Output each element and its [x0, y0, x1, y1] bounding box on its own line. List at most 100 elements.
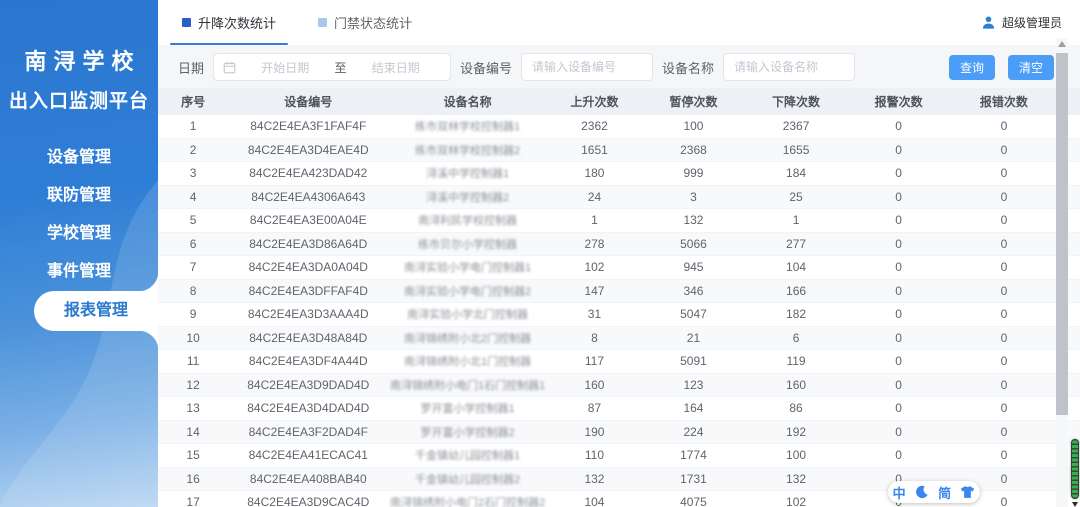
- table-row: 3 84C2E4EA423DAD42 浔溪中学控制器1 180 999 184 0 0: [158, 162, 1080, 186]
- app-title-line1: 南浔学校: [24, 49, 141, 74]
- cell-alarm: 0: [895, 377, 902, 392]
- cell-device-id: 84C2E4EA4306A643: [251, 189, 366, 204]
- search-button[interactable]: 查询: [948, 54, 995, 80]
- cell-up: 104: [584, 495, 605, 507]
- cell-pause: 123: [683, 377, 704, 392]
- date-label: 日期: [178, 60, 205, 76]
- cell-down: 192: [786, 424, 807, 439]
- ime-toolbar: 中 简: [888, 481, 980, 503]
- edge-scrollbar-thumb[interactable]: [1071, 439, 1079, 499]
- sidebar-item-2[interactable]: 联防管理: [0, 177, 158, 215]
- cell-seq: 7: [189, 260, 197, 275]
- date-end-placeholder[interactable]: 结束日期: [351, 59, 442, 76]
- cell-down: 102: [786, 495, 807, 507]
- cell-error: 0: [1000, 236, 1008, 251]
- sidebar-item-3[interactable]: 学校管理: [0, 215, 158, 253]
- cell-up: 1651: [581, 142, 608, 157]
- cell-device-name: 南浔锦绣附小电门1石门控制器1: [389, 379, 546, 392]
- cell-device-id: 84C2E4EA3D3AAA4D: [247, 307, 369, 322]
- ime-mode-button[interactable]: 中: [893, 483, 906, 502]
- column-header: 下降次数: [772, 95, 821, 109]
- app-title-line2: 出入口监测平台: [8, 91, 149, 112]
- cell-up: 160: [584, 377, 605, 392]
- cell-pause: 1731: [680, 471, 707, 486]
- date-start-placeholder[interactable]: 开始日期: [240, 59, 331, 76]
- cell-alarm: 0: [895, 142, 902, 157]
- filter-actions: 查询 清空: [948, 54, 1054, 80]
- cell-pause: 346: [683, 283, 704, 298]
- cell-error: 0: [1000, 401, 1008, 416]
- topbar: 升降次数统计 门禁状态统计 超级管理员: [158, 0, 1080, 45]
- cell-pause: 100: [683, 119, 704, 134]
- cell-seq: 4: [189, 189, 197, 204]
- date-range-picker[interactable]: 开始日期 至 结束日期: [213, 53, 452, 81]
- scrollbar-up-arrow-icon[interactable]: [1058, 41, 1066, 47]
- table-row: 15 84C2E4EA41ECAC41 千金镇幼儿园控制器1 110 1774 100 0 0: [158, 444, 1080, 468]
- clear-button[interactable]: 清空: [1007, 54, 1054, 80]
- cell-down: 6: [792, 330, 800, 345]
- table-row: 8 84C2E4EA3DFFAF4D 南浔实验小学电门控制器2 147 346 166 0 0: [158, 279, 1080, 303]
- cell-up: 1: [591, 213, 598, 228]
- cell-device-name: 南浔实验小学北门控制器: [407, 309, 529, 322]
- cell-alarm: 0: [895, 283, 902, 298]
- cell-down: 104: [786, 260, 807, 275]
- cell-device-id: 84C2E4EA3D4EAE4D: [247, 142, 369, 157]
- cell-alarm: 0: [895, 448, 902, 463]
- edge-scrollbar-down-arrow-icon[interactable]: [1072, 502, 1078, 507]
- cell-device-id: 84C2E4EA3D4DAD4D: [247, 401, 370, 416]
- cell-down: 100: [786, 448, 807, 463]
- content-scrollbar[interactable]: [1056, 38, 1068, 507]
- tab-label: 门禁状态统计: [334, 16, 413, 31]
- cell-device-id: 84C2E4EA408BAB40: [249, 471, 367, 486]
- cell-device-name: 千金镇幼儿园控制器2: [415, 473, 521, 486]
- cell-pause: 1774: [680, 448, 707, 463]
- cell-error: 0: [1000, 260, 1008, 275]
- cell-down: 160: [786, 377, 807, 392]
- cell-device-name: 练市双林学校控制器1: [415, 121, 521, 134]
- cell-pause: 5066: [680, 236, 707, 251]
- moon-icon[interactable]: [915, 485, 929, 499]
- cell-device-name: 浔溪中学控制器1: [426, 168, 510, 181]
- cell-up: 180: [584, 166, 605, 181]
- sidebar-item-5[interactable]: 报表管理: [34, 271, 158, 351]
- cell-device-id: 84C2E4EA3D86A64D: [249, 236, 368, 251]
- cell-pause: 5047: [680, 307, 707, 322]
- cell-seq: 9: [189, 307, 197, 322]
- cell-device-name: 南浔利民学校控制器: [418, 215, 518, 228]
- sidebar-item-1[interactable]: 设备管理: [0, 139, 158, 177]
- table-row: 13 84C2E4EA3D4DAD4D 罗开富小学控制器1 87 164 86 0 0: [158, 397, 1080, 421]
- cell-device-id: 84C2E4EA423DAD42: [249, 166, 368, 181]
- column-header: 序号: [181, 95, 206, 109]
- cell-seq: 1: [189, 119, 197, 134]
- user-icon: [982, 16, 995, 29]
- tab-1[interactable]: 升降次数统计: [169, 0, 289, 45]
- table-row: 10 84C2E4EA3D48A84D 南浔锦绣附小北2门控制器 8 21 6 0 0: [158, 326, 1080, 350]
- ime-charset-button[interactable]: 简: [938, 483, 951, 502]
- table-row: 5 84C2E4EA3E00A04E 南浔利民学校控制器 1 132 1 0 0: [158, 209, 1080, 233]
- cell-error: 0: [1000, 119, 1008, 134]
- column-header: 上升次数: [570, 95, 619, 109]
- tab-2[interactable]: 门禁状态统计: [318, 0, 412, 45]
- cell-seq: 17: [186, 495, 200, 507]
- cell-device-id: 84C2E4EA3D9CAC4D: [247, 495, 370, 507]
- table-row: 12 84C2E4EA3D9DAD4D 南浔锦绣附小电门1石门控制器1 160 123 1…: [158, 373, 1080, 397]
- cell-error: 0: [1000, 166, 1008, 181]
- device-id-input[interactable]: [521, 53, 654, 81]
- stats-table: 序号 设备编号 设备名称 上升次数 暂停次数 下降次数 报警次数 报错次数 1 84C2E4EA…: [158, 88, 1080, 507]
- sidebar-menu: 设备管理 联防管理 学校管理 事件管理 报表管理: [0, 139, 158, 351]
- cell-device-name: 罗开富小学控制器1: [420, 403, 515, 416]
- cell-device-name: 浔溪中学控制器2: [426, 191, 510, 204]
- cell-device-name: 南浔锦绣附小北1门控制器: [404, 356, 532, 369]
- cell-pause: 999: [683, 166, 704, 181]
- cell-device-name: 练市双林学校控制器2: [415, 144, 521, 157]
- cell-seq: 8: [189, 283, 197, 298]
- cell-pause: 4075: [680, 495, 707, 507]
- cell-up: 31: [587, 307, 602, 322]
- cell-error: 0: [1000, 283, 1008, 298]
- skin-icon[interactable]: [960, 485, 975, 499]
- device-name-input[interactable]: [723, 53, 856, 81]
- sidebar-item-4[interactable]: 事件管理: [0, 253, 158, 291]
- scrollbar-thumb[interactable]: [1056, 53, 1068, 415]
- cell-alarm: 0: [895, 424, 902, 439]
- user-name: 超级管理员: [1001, 16, 1062, 30]
